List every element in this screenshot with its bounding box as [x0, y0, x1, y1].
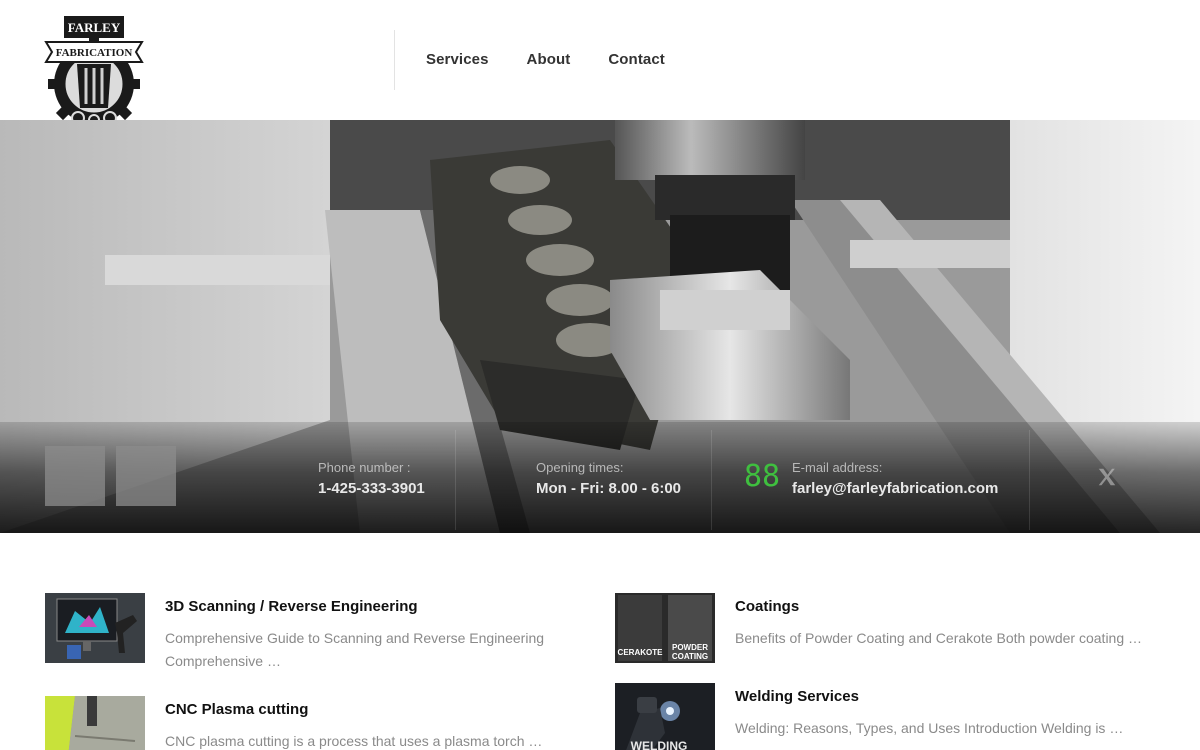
service-desc-line: Comprehensive Guide to Scanning and Reve…: [165, 630, 545, 646]
service-item-3d-scanning[interactable]: 3D Scanning / Reverse Engineering Compre…: [45, 593, 544, 673]
service-thumb[interactable]: CERAKOTE POWDER COATING: [615, 593, 715, 663]
nav-contact-link[interactable]: Contact: [608, 51, 665, 68]
hours-value: Mon - Fri: 8.00 - 6:00: [536, 480, 682, 497]
hero-banner: Phone number : 1-425-333-3901 Opening ti…: [0, 120, 1200, 533]
coatings-image: CERAKOTE POWDER COATING: [615, 593, 715, 663]
social-tile-2[interactable]: [116, 446, 176, 506]
service-title[interactable]: Welding Services: [735, 688, 1123, 705]
thumb-coating-text: COATING: [672, 652, 708, 661]
hours-info: Opening times: Mon - Fri: 8.00 - 6:00: [536, 460, 681, 497]
email-value[interactable]: farley@farleyfabrication.com: [792, 480, 998, 497]
service-desc-line: Comprehensive …: [165, 653, 281, 669]
info-separator: [711, 430, 712, 530]
logo-emblem-icon: FARLEY FABRICATION: [44, 16, 144, 130]
phone-info: Phone number : 1-425-333-3901: [318, 460, 425, 497]
seven-segment-icon: 88: [744, 459, 780, 489]
email-info: E-mail address: farley@farleyfabrication…: [792, 460, 998, 497]
thumb-welding-text: WELDING: [631, 739, 688, 750]
hours-label: Opening times:: [536, 460, 624, 475]
service-desc-line: CNC plasma cutting is a process that use…: [165, 733, 543, 749]
service-item-coatings[interactable]: CERAKOTE POWDER COATING Coatings Benefit…: [615, 593, 1142, 663]
nav-about-link[interactable]: About: [527, 51, 571, 68]
social-tile-1[interactable]: [45, 446, 105, 506]
service-item-welding[interactable]: WELDING Welding Services Welding: Reason…: [615, 683, 1123, 750]
3d-scanning-image: [45, 593, 145, 663]
service-text: Coatings Benefits of Powder Coating and …: [735, 593, 1142, 663]
service-thumb[interactable]: [45, 696, 145, 750]
service-item-cnc-plasma[interactable]: CNC Plasma cutting CNC plasma cutting is…: [45, 696, 542, 750]
service-desc-line: Welding: Reasons, Types, and Uses Introd…: [735, 720, 1124, 736]
farley-fabrication-logo[interactable]: FARLEY FABRICATION: [44, 12, 144, 130]
phone-label: Phone number :: [318, 460, 411, 475]
service-text: 3D Scanning / Reverse Engineering Compre…: [165, 593, 544, 673]
logo-top-text: FARLEY: [68, 20, 121, 35]
service-text: CNC Plasma cutting CNC plasma cutting is…: [165, 696, 542, 750]
welding-image: WELDING: [615, 683, 715, 750]
thumb-powder-text: POWDER: [672, 643, 708, 652]
nav-services-link[interactable]: Services: [426, 51, 489, 68]
service-thumb[interactable]: WELDING: [615, 683, 715, 750]
service-thumb[interactable]: [45, 593, 145, 663]
logo-banner-text: FABRICATION: [56, 47, 133, 59]
thumb-cerakote-text: CERAKOTE: [618, 648, 664, 657]
icon-digits: 88: [744, 459, 780, 489]
service-title[interactable]: CNC Plasma cutting: [165, 701, 542, 718]
phone-value[interactable]: 1-425-333-3901: [318, 480, 425, 497]
service-desc-line: Benefits of Powder Coating and Cerakote …: [735, 630, 1143, 646]
contact-info-bar: Phone number : 1-425-333-3901 Opening ti…: [0, 422, 1200, 533]
service-title[interactable]: 3D Scanning / Reverse Engineering: [165, 598, 544, 615]
info-separator: [1029, 430, 1030, 530]
info-separator: [455, 430, 456, 530]
service-title[interactable]: Coatings: [735, 598, 1142, 615]
cnc-plasma-image: [45, 696, 145, 750]
nav-divider: [394, 30, 395, 90]
email-label: E-mail address:: [792, 460, 883, 475]
main-nav: Services About Contact: [426, 51, 665, 68]
site-header: FARLEY FABRICATION Services About Contac…: [0, 0, 1200, 130]
service-text: Welding Services Welding: Reasons, Types…: [735, 683, 1123, 750]
x-twitter-icon[interactable]: [1096, 466, 1118, 488]
